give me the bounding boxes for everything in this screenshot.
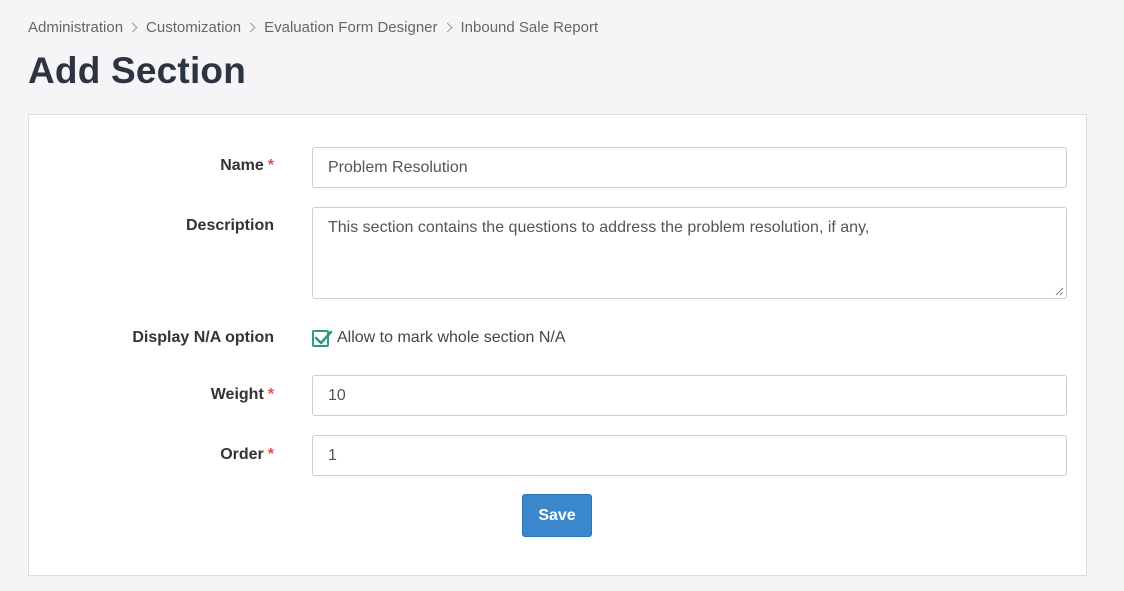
chevron-right-icon: [245, 22, 256, 33]
allow-na-checkbox[interactable]: [312, 329, 333, 347]
chevron-right-icon: [127, 22, 138, 33]
required-mark: *: [267, 446, 274, 463]
section-form-card: Name* Description This section contains …: [28, 114, 1087, 576]
breadcrumb-item-evaluation-form-designer[interactable]: Evaluation Form Designer: [264, 19, 437, 36]
breadcrumb-item-administration[interactable]: Administration: [28, 19, 123, 36]
page-title: Add Section: [28, 50, 247, 91]
order-input[interactable]: [312, 435, 1067, 476]
allow-na-checkbox-label[interactable]: Allow to mark whole section N/A: [337, 329, 566, 347]
weight-input[interactable]: [312, 375, 1067, 416]
order-label: Order *: [220, 446, 274, 463]
chevron-right-icon: [442, 22, 452, 33]
breadcrumb-item-inbound-sale-report: Inbound Sale Report: [460, 19, 599, 36]
required-mark: *: [267, 386, 274, 403]
description-textarea[interactable]: This section contains the questions to a…: [312, 207, 1067, 299]
weight-label: Weight *: [210, 386, 274, 403]
save-button[interactable]: Save: [522, 494, 592, 537]
description-text: This section contains the questions to a…: [328, 219, 870, 236]
check-icon: [314, 330, 333, 344]
resize-grip-icon[interactable]: [1054, 286, 1064, 296]
required-mark: *: [267, 157, 274, 174]
display-na-option[interactable]: Allow to mark whole section N/A: [312, 329, 566, 347]
description-label: Description: [185, 217, 274, 234]
display-na-label: Display N/A option: [132, 329, 274, 346]
breadcrumb: Administration Customization Evaluation …: [28, 19, 598, 36]
name-label: Name *: [220, 157, 274, 174]
breadcrumb-item-customization[interactable]: Customization: [146, 19, 241, 36]
name-input[interactable]: [312, 147, 1067, 188]
